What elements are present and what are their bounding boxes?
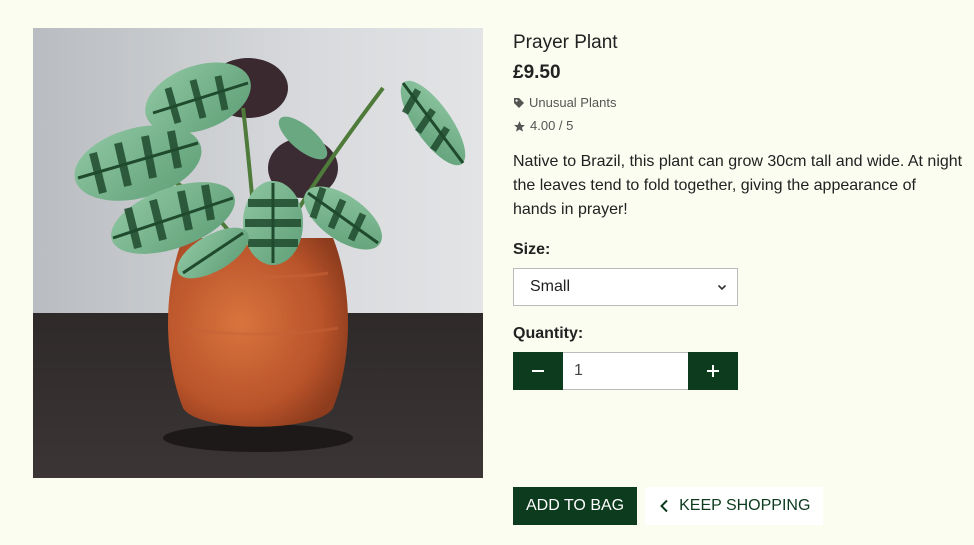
add-to-bag-button[interactable]: ADD TO BAG: [513, 487, 638, 525]
keep-shopping-label: KEEP SHOPPING: [679, 497, 811, 514]
product-description: Native to Brazil, this plant can grow 30…: [513, 153, 963, 218]
product-price: £9.50: [513, 62, 561, 83]
increment-button[interactable]: [688, 352, 738, 390]
size-selected-value: Small: [530, 278, 571, 295]
rating-value: 4.00 / 5: [530, 118, 574, 133]
quantity-stepper: 1: [513, 352, 738, 390]
category-label: Unusual Plants: [529, 95, 617, 110]
product-details: Prayer Plant £9.50 Unusual Plants 4.00 /…: [513, 30, 963, 390]
action-buttons: ADD TO BAG KEEP SHOPPING: [513, 487, 824, 525]
chevron-down-icon: [717, 284, 727, 291]
star-icon: [514, 120, 525, 132]
quantity-input[interactable]: 1: [563, 352, 688, 390]
keep-shopping-button[interactable]: KEEP SHOPPING: [645, 487, 824, 525]
chevron-left-icon: [660, 499, 668, 513]
product-image: [33, 28, 483, 478]
size-select[interactable]: Small: [513, 268, 738, 306]
product-rating: 4.00 / 5: [513, 117, 963, 135]
size-label: Size:: [513, 241, 551, 258]
product-name: Prayer Plant: [513, 32, 618, 53]
quantity-label: Quantity:: [513, 325, 584, 342]
decrement-button[interactable]: [513, 352, 563, 390]
tag-icon: [514, 98, 524, 108]
product-category[interactable]: Unusual Plants: [513, 94, 963, 112]
minus-icon: [532, 370, 544, 372]
plus-icon: [707, 365, 719, 377]
